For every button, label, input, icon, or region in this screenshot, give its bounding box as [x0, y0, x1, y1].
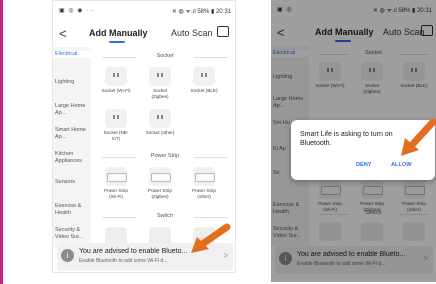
arrow-icon: [401, 118, 436, 156]
category-sidebar: Electrical Lighting Large Home Ap... Sma…: [53, 47, 91, 247]
device-label: Power Strip (Wi-Fi): [104, 188, 128, 199]
device-label: Power Strip (Zigbee): [148, 188, 172, 199]
back-icon[interactable]: <: [59, 26, 67, 41]
device-socket-zigbee[interactable]: Socket (Zigbee): [145, 67, 175, 99]
sidebar-item-lighting[interactable]: Lighting: [55, 79, 89, 86]
active-tab-underline: [109, 41, 125, 43]
status-right-info: ✕ ◍ ᯤ.ıl 58% ▮ 20:31: [171, 9, 231, 15]
device-socket-wifi[interactable]: Socket (Wi-Fi): [101, 67, 131, 94]
device-label: Socket (NB-IoT): [103, 130, 129, 141]
socket-icon: [193, 67, 215, 86]
section-socket: Socket: [93, 53, 235, 61]
power-strip-icon: [193, 167, 215, 186]
tab-add-manually-label: Add Manually: [89, 28, 148, 38]
tab-add-manually[interactable]: Add Manually: [89, 28, 148, 43]
scan-icon[interactable]: [217, 26, 229, 37]
socket-icon: [105, 109, 127, 128]
arrow-icon: [191, 223, 231, 253]
right-phone-screen: ▣ ◎ ✕ ◍ ᯤ.ıl 58% ▮ 20:31 < Add Manually …: [271, 0, 436, 282]
sidebar-item-electrical[interactable]: Electrical: [53, 51, 91, 58]
sidebar-item-exercise[interactable]: Exercise & Health: [55, 203, 89, 216]
banner-subtitle: Enable Bluetooth to add some Wi-Fi d...: [79, 258, 168, 264]
status-bar: ▣ ◎ ◉ ··· ✕ ◍ ᯤ.ıl 58% ▮ 20:31: [53, 1, 235, 19]
device-socket-nbiot[interactable]: Socket (NB-IoT): [101, 109, 131, 141]
left-phone-screen: ▣ ◎ ◉ ··· ✕ ◍ ᯤ.ıl 58% ▮ 20:31 < Add Man…: [52, 0, 236, 273]
socket-icon: [149, 109, 171, 128]
device-socket-ble[interactable]: Socket (BLE): [189, 67, 219, 94]
section-power-strip: Power Strip: [93, 153, 235, 161]
banner-title: You are advised to enable Blueto...: [79, 248, 188, 255]
sidebar-item-large-home[interactable]: Large Home Ap...: [55, 103, 89, 116]
sidebar-item-sensors[interactable]: Sensors: [55, 179, 89, 186]
power-strip-icon: [149, 167, 171, 186]
deny-button[interactable]: DENY: [356, 162, 372, 168]
sidebar-item-kitchen[interactable]: Kitchen Appliances: [55, 151, 89, 164]
socket-icon: [149, 67, 171, 86]
device-label: Power Strip (other): [192, 188, 216, 199]
device-socket-other[interactable]: Socket (other): [145, 109, 175, 136]
info-icon: i: [61, 249, 74, 262]
device-strip-wifi[interactable]: Power Strip (Wi-Fi): [101, 167, 131, 199]
device-strip-zigbee[interactable]: Power Strip (Zigbee): [145, 167, 175, 199]
socket-icon: [105, 67, 127, 86]
power-strip-icon: [105, 167, 127, 186]
sidebar-item-smart-home[interactable]: Smart Home Ap...: [55, 127, 89, 140]
device-label: Socket (BLE): [190, 88, 218, 93]
page-left-border: [0, 0, 3, 284]
device-label: Socket (other): [145, 130, 175, 135]
device-label: Socket (Wi-Fi): [101, 88, 131, 93]
status-left-icons: ▣ ◎ ◉ ···: [59, 8, 96, 14]
tab-auto-scan[interactable]: Auto Scan: [171, 28, 213, 38]
header: < Add Manually Auto Scan: [53, 23, 235, 43]
sidebar-item-security[interactable]: Security & Video Sur...: [55, 227, 89, 240]
device-label: Socket (Zigbee): [151, 88, 169, 99]
device-strip-other[interactable]: Power Strip (other): [189, 167, 219, 199]
section-switch: Switch: [93, 213, 235, 221]
allow-button[interactable]: ALLOW: [391, 162, 412, 168]
